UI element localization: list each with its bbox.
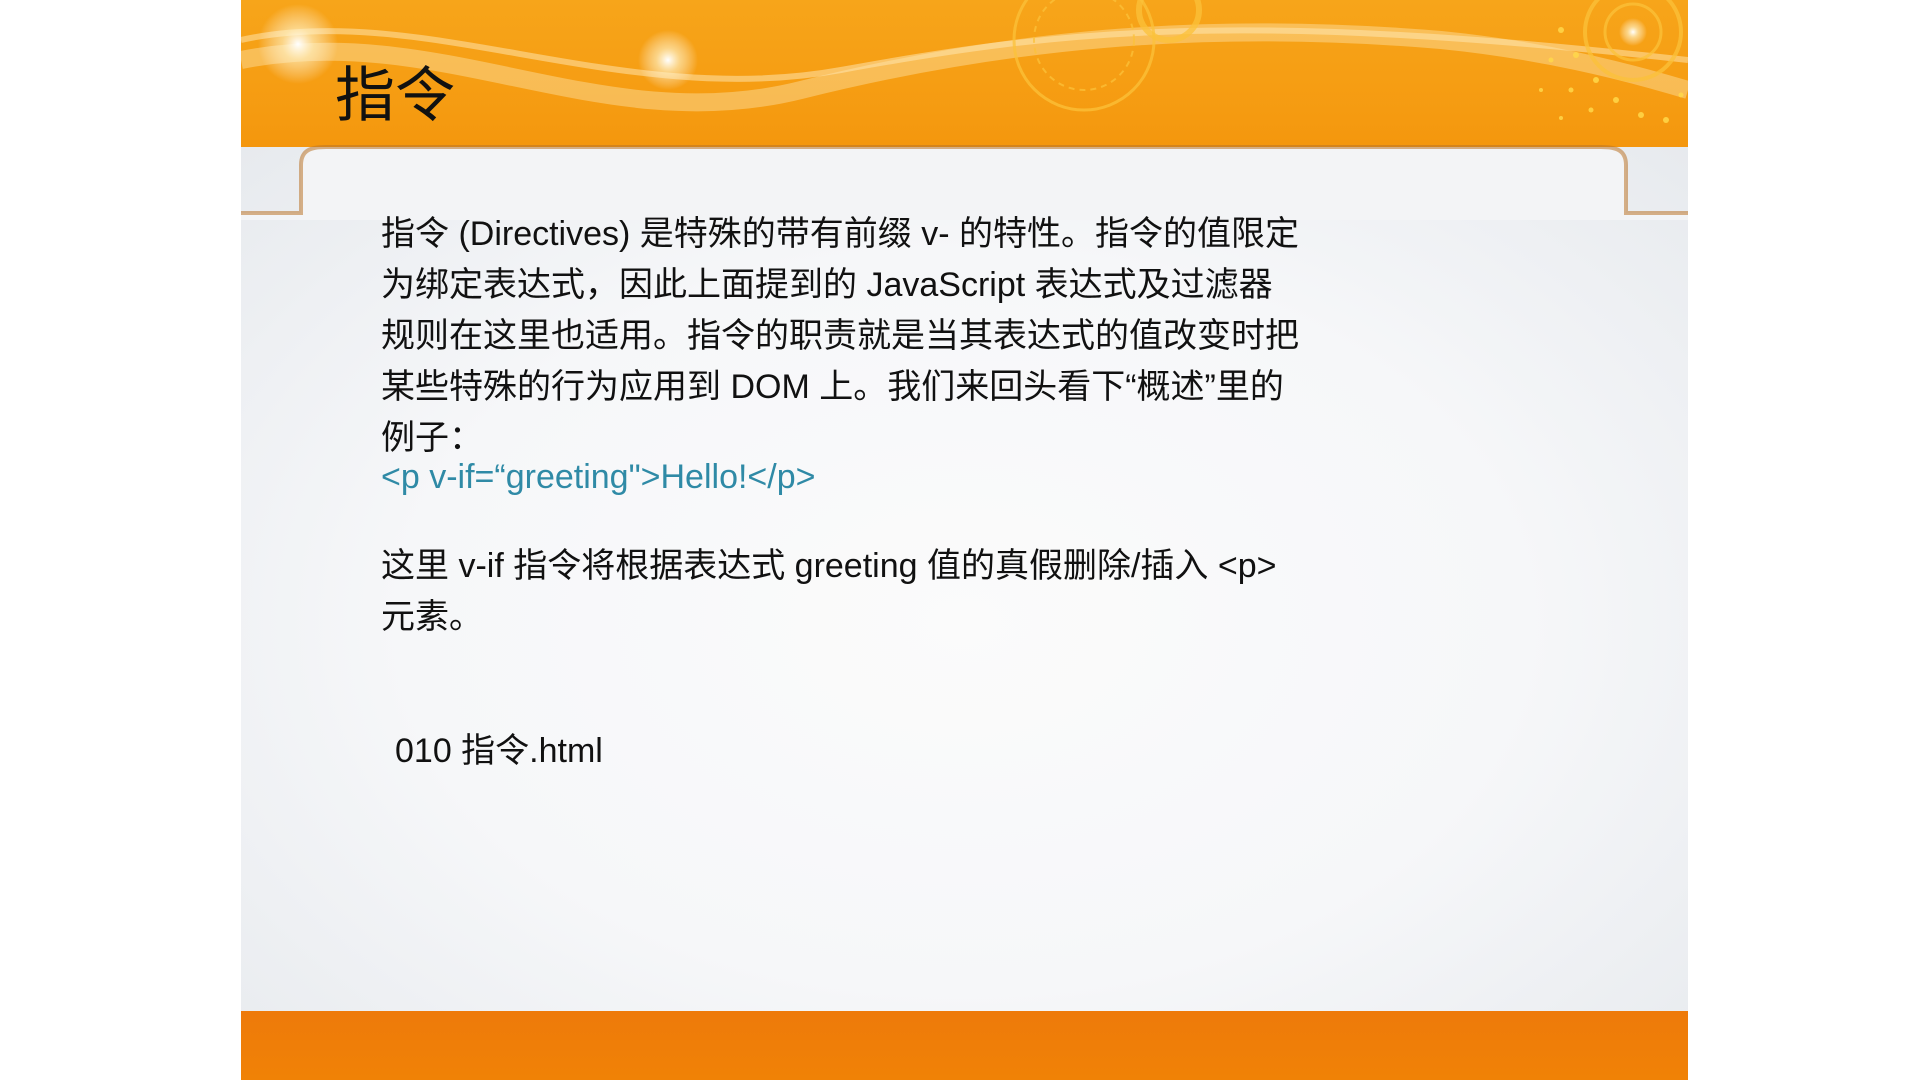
code-example: <p v-if=“greeting">Hello!</p> — [381, 458, 816, 496]
panel-frame — [241, 145, 1688, 220]
slide-title: 指令 — [335, 61, 455, 131]
file-reference-link[interactable]: 010 指令.html — [395, 726, 1315, 777]
footer-bar — [241, 1011, 1688, 1080]
v-if-explanation: 这里 v-if 指令将根据表达式 greeting 值的真假删除/插入 <p> … — [381, 547, 1277, 636]
slide: 指令 指令 (Directives) 是特殊的带有前缀 v- 的特性。指令的值限… — [241, 0, 1688, 1080]
directives-description: 指令 (Directives) 是特殊的带有前缀 v- 的特性。指令的值限定为绑… — [381, 215, 1299, 457]
